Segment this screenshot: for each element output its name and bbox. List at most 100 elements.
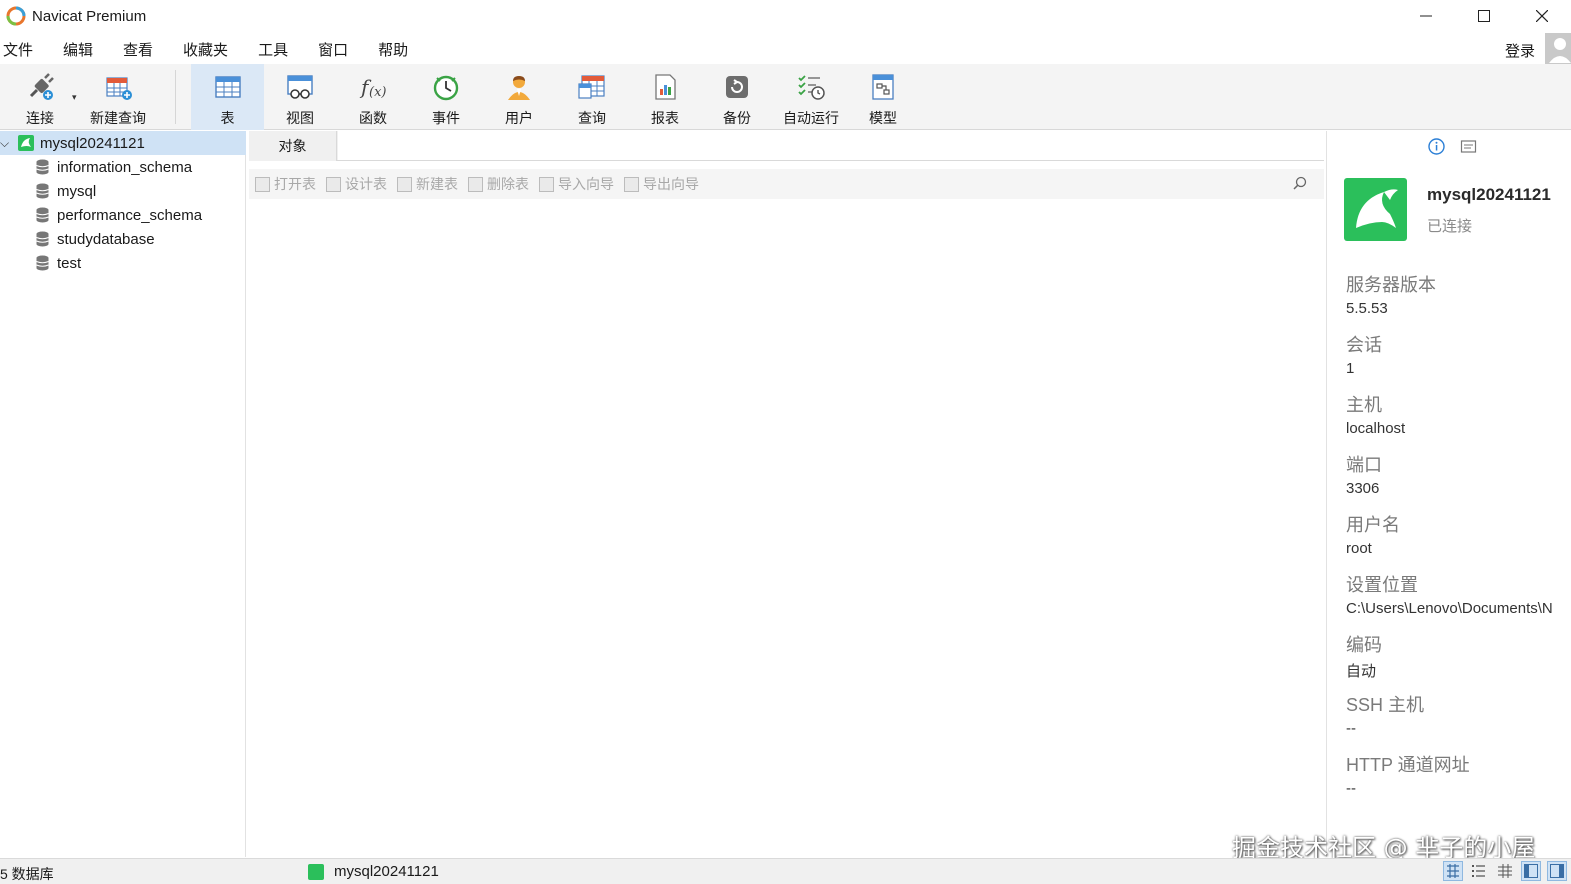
prop-ssh-host: SSH 主机 -- <box>1346 691 1424 737</box>
new-query-button[interactable]: 新建查询 <box>86 64 150 130</box>
object-panel: 对象 打开表 设计表 新建表 删除表 导入向导 导出向导 <box>249 131 1324 857</box>
prop-settings-location: 设置位置 C:\Users\Lenovo\Documents\N <box>1346 571 1553 617</box>
export-wizard-icon <box>624 176 639 192</box>
title-bar: Navicat Premium <box>0 0 1571 32</box>
connect-button[interactable]: 连接 <box>14 64 66 130</box>
open-table-button[interactable]: 打开表 <box>255 174 316 194</box>
menu-favorites[interactable]: 收藏夹 <box>179 39 242 60</box>
table-icon <box>211 70 245 104</box>
report-label: 报表 <box>651 110 679 126</box>
function-icon: f (x) <box>356 70 390 104</box>
database-item[interactable]: performance_schema <box>36 203 202 227</box>
prop-host: 主机 localhost <box>1346 391 1405 437</box>
import-wizard-button[interactable]: 导入向导 <box>539 174 614 194</box>
prop-value: -- <box>1346 720 1356 737</box>
object-toolbar: 打开表 设计表 新建表 删除表 导入向导 导出向导 <box>249 169 1324 199</box>
svg-text:(x): (x) <box>369 85 386 100</box>
user-icon <box>502 70 536 104</box>
function-button[interactable]: f (x) 函数 <box>343 64 403 130</box>
toggle-info-panel-icon[interactable] <box>1547 861 1567 881</box>
table-label: 表 <box>220 110 235 126</box>
query-button[interactable]: 查询 <box>562 64 622 130</box>
prop-value: -- <box>1346 780 1356 797</box>
prop-key: 服务器版本 <box>1346 275 1436 295</box>
navicat-logo-icon <box>6 6 26 26</box>
connection-tree-item[interactable]: ⌵ mysql20241121 <box>0 131 246 155</box>
design-table-button[interactable]: 设计表 <box>326 174 387 194</box>
new-table-button[interactable]: 新建表 <box>397 174 458 194</box>
query-label: 查询 <box>578 110 606 126</box>
view-mode-switcher <box>1443 861 1567 881</box>
window-controls <box>1397 0 1571 32</box>
view-icon <box>283 70 317 104</box>
database-item[interactable]: information_schema <box>36 155 192 179</box>
login-link[interactable]: 登录 <box>1505 40 1535 61</box>
delete-table-button[interactable]: 删除表 <box>468 174 529 194</box>
prop-encoding: 编码 自动 <box>1346 631 1382 681</box>
delete-table-label: 删除表 <box>487 176 529 192</box>
avatar-icon[interactable] <box>1545 33 1571 65</box>
auto-run-icon <box>794 70 828 104</box>
tab-objects[interactable]: 对象 <box>249 131 337 161</box>
new-table-icon <box>397 176 412 192</box>
menu-tools[interactable]: 工具 <box>254 39 302 60</box>
ddl-icon[interactable] <box>1459 137 1477 155</box>
table-button[interactable]: 表 <box>191 64 264 130</box>
database-item[interactable]: test <box>36 251 81 275</box>
database-item[interactable]: studydatabase <box>36 227 155 251</box>
backup-button[interactable]: 备份 <box>707 64 767 130</box>
import-wizard-icon <box>539 176 554 192</box>
database-name: performance_schema <box>57 206 203 224</box>
database-item[interactable]: mysql <box>36 179 96 203</box>
export-wizard-button[interactable]: 导出向导 <box>624 174 699 194</box>
menu-edit[interactable]: 编辑 <box>59 39 107 60</box>
report-button[interactable]: 报表 <box>635 64 695 130</box>
new-query-icon <box>101 70 135 104</box>
prop-username: 用户名 root <box>1346 511 1400 557</box>
info-icon[interactable] <box>1427 137 1445 155</box>
prop-session: 会话 1 <box>1346 331 1382 377</box>
connect-dropdown-icon[interactable]: ▾ <box>72 92 77 103</box>
backup-label: 备份 <box>723 110 751 126</box>
prop-value: 5.5.53 <box>1346 300 1388 317</box>
user-button[interactable]: 用户 <box>489 64 549 130</box>
chevron-down-icon[interactable]: ⌵ <box>0 136 14 151</box>
prop-key: 编码 <box>1346 635 1382 655</box>
info-panel-tabs <box>1427 137 1477 155</box>
detail-view-icon[interactable] <box>1495 861 1515 881</box>
close-button[interactable] <box>1513 0 1571 32</box>
view-button[interactable]: 视图 <box>270 64 330 130</box>
menu-view[interactable]: 查看 <box>119 39 167 60</box>
open-table-label: 打开表 <box>274 176 316 192</box>
event-button[interactable]: 事件 <box>416 64 476 130</box>
toggle-navigator-icon[interactable] <box>1521 861 1541 881</box>
mysql-dolphin-icon <box>1344 178 1407 241</box>
new-query-label: 新建查询 <box>90 110 146 126</box>
database-name: test <box>57 254 82 272</box>
list-view-icon[interactable] <box>1469 861 1489 881</box>
model-button[interactable]: 模型 <box>853 64 913 130</box>
function-label: 函数 <box>359 110 387 126</box>
import-wizard-label: 导入向导 <box>558 176 614 192</box>
prop-key: 端口 <box>1346 455 1382 475</box>
database-icon <box>36 255 49 271</box>
mysql-connection-icon <box>18 135 34 151</box>
menu-window[interactable]: 窗口 <box>314 39 362 60</box>
prop-key: SSH 主机 <box>1346 695 1425 715</box>
database-icon <box>36 231 49 247</box>
prop-value: 3306 <box>1346 480 1380 497</box>
plug-icon <box>23 70 57 104</box>
database-name: mysql <box>57 182 97 200</box>
search-icon[interactable] <box>1292 175 1308 191</box>
connection-info-panel: mysql20241121 已连接 服务器版本 5.5.53 会话 1 主机 l… <box>1326 131 1571 857</box>
model-label: 模型 <box>869 110 897 126</box>
auto-run-button[interactable]: 自动运行 <box>779 64 843 130</box>
prop-key: HTTP 通道网址 <box>1346 755 1470 775</box>
minimize-button[interactable] <box>1397 0 1455 32</box>
tab-bar-empty <box>338 131 1324 161</box>
maximize-button[interactable] <box>1455 0 1513 32</box>
prop-server-version: 服务器版本 5.5.53 <box>1346 271 1436 317</box>
menu-help[interactable]: 帮助 <box>374 39 422 60</box>
menu-file[interactable]: 文件 <box>0 39 47 60</box>
grid-view-icon[interactable] <box>1443 861 1463 881</box>
